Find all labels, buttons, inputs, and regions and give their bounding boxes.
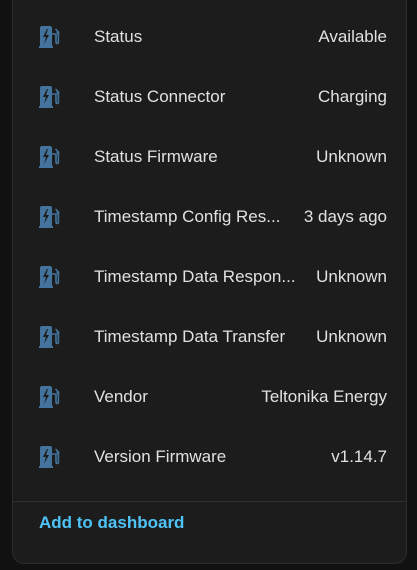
entity-name: Timestamp Data Respon... — [94, 267, 296, 286]
entity-name: Timestamp Data Transfer — [94, 327, 286, 346]
entity-name: Version Firmware — [94, 447, 227, 466]
entity-row-vendor[interactable]: Vendor Teltonika Energy — [13, 367, 406, 427]
entity-state: Available — [318, 27, 387, 46]
entity-row-timestamp-config-response[interactable]: Timestamp Config Res... 3 days ago — [13, 187, 406, 247]
entity-row-timestamp-data-transfer[interactable]: Timestamp Data Transfer Unknown — [13, 307, 406, 367]
ev-station-icon — [37, 385, 61, 409]
ev-station-icon — [37, 265, 61, 289]
ev-station-icon — [37, 205, 61, 229]
entity-name: Status Connector — [94, 87, 226, 106]
entity-row-timestamp-data-response[interactable]: Timestamp Data Respon... Unknown — [13, 247, 406, 307]
ev-station-icon — [37, 145, 61, 169]
card-divider — [13, 501, 406, 502]
ev-station-icon — [37, 325, 61, 349]
entity-state: Unknown — [316, 147, 387, 166]
entity-name: Status Firmware — [94, 147, 218, 166]
entity-state: Teltonika Energy — [261, 387, 387, 406]
entity-list: Status Available Status Connector Chargi… — [13, 7, 406, 487]
add-to-dashboard-button[interactable]: Add to dashboard — [39, 513, 184, 533]
entity-row-status-connector[interactable]: Status Connector Charging — [13, 67, 406, 127]
entity-row-status[interactable]: Status Available — [13, 7, 406, 67]
entity-state: Unknown — [316, 327, 387, 346]
ev-station-icon — [37, 445, 61, 469]
entity-name: Timestamp Config Res... — [94, 207, 281, 226]
entity-state: 3 days ago — [303, 207, 387, 226]
entity-state: Charging — [318, 87, 387, 106]
ev-station-icon — [37, 85, 61, 109]
entity-row-status-firmware[interactable]: Status Firmware Unknown — [13, 127, 406, 187]
entity-state: Unknown — [316, 267, 387, 286]
entities-card: Status Available Status Connector Chargi… — [12, 0, 407, 564]
entity-row-version-firmware[interactable]: Version Firmware v1.14.7 — [13, 427, 406, 487]
entity-name: Status — [94, 27, 143, 46]
entity-state: v1.14.7 — [331, 447, 387, 466]
ev-station-icon — [37, 25, 61, 49]
